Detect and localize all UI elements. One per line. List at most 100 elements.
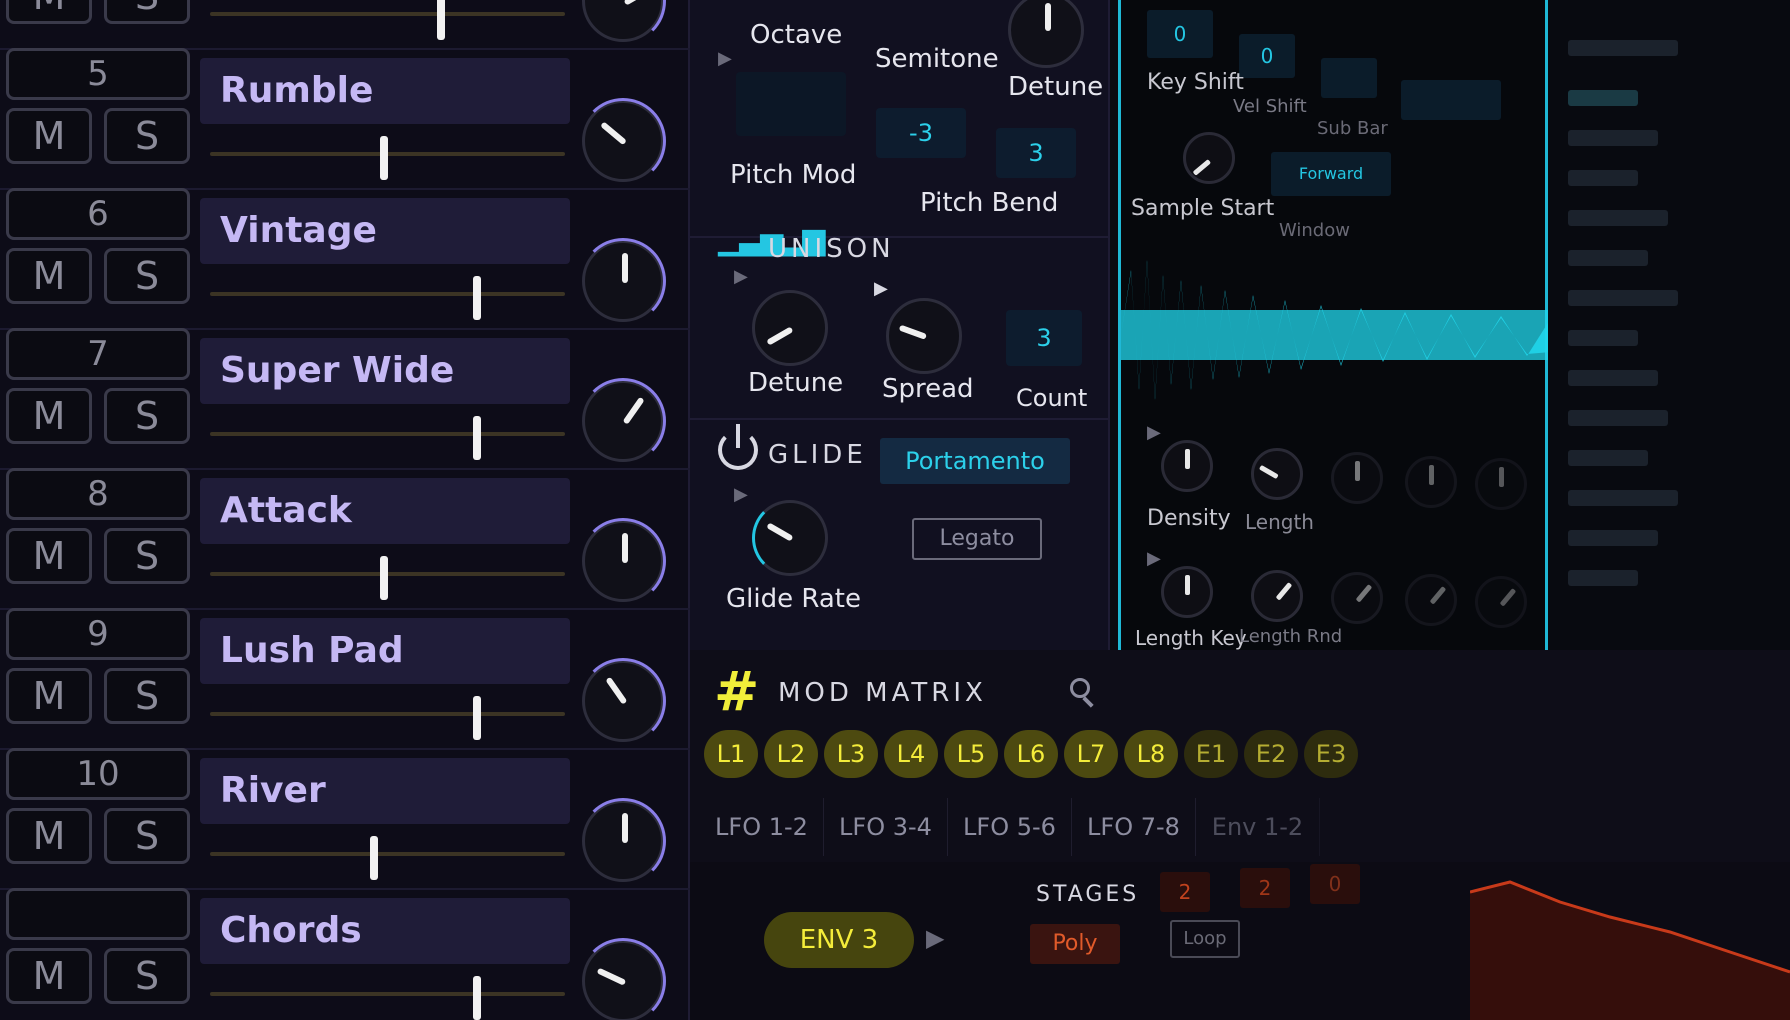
solo-button[interactable]: S [104, 528, 190, 584]
portamento-button[interactable]: Portamento [880, 438, 1070, 484]
layer-pan-knob[interactable] [580, 798, 666, 884]
pitch-mod-slot[interactable] [736, 72, 846, 136]
unison-count-value[interactable]: 3 [1006, 310, 1082, 366]
layer-level-thumb[interactable] [472, 416, 481, 460]
lfo-tab[interactable]: LFO 1-2 [700, 798, 824, 856]
layer-row[interactable]: 5 M S Rumble [0, 40, 690, 190]
lfo-tab[interactable]: LFO 3-4 [824, 798, 948, 856]
mute-button[interactable]: M [6, 388, 92, 444]
preset-browser[interactable] [1548, 0, 1790, 680]
mute-button[interactable]: M [6, 808, 92, 864]
octave-menu-arrow-icon[interactable]: ▶ [718, 48, 732, 69]
layer-row[interactable]: 8 M S Attack [0, 460, 690, 610]
mute-button[interactable]: M [6, 668, 92, 724]
density-arrow-icon[interactable]: ▶ [1147, 422, 1161, 443]
lfo-tab[interactable]: Env 1-2 [1196, 798, 1320, 856]
browser-row[interactable] [1568, 370, 1658, 386]
sample-start-knob[interactable] [1183, 132, 1235, 184]
browser-row[interactable] [1568, 450, 1648, 466]
unison-detune-arrow-icon[interactable]: ▶ [734, 266, 748, 287]
pitch-bend-down-value[interactable]: -3 [876, 108, 966, 158]
stage-value-3[interactable]: 0 [1310, 864, 1360, 904]
layer-level-thumb[interactable] [472, 696, 481, 740]
waveform-display[interactable] [1121, 250, 1551, 420]
pitch-bend-up-value[interactable]: 3 [996, 128, 1076, 178]
browser-row[interactable] [1568, 290, 1678, 306]
browser-row[interactable] [1568, 130, 1658, 146]
mod-source-pill[interactable]: L1 [704, 730, 758, 778]
length-knob[interactable] [1251, 448, 1303, 500]
mute-button[interactable]: M [6, 0, 92, 24]
lfo-tab[interactable]: LFO 7-8 [1072, 798, 1196, 856]
layer-name[interactable]: Attack [200, 478, 570, 544]
envelope-graph[interactable] [1470, 862, 1790, 1020]
browser-row[interactable] [1568, 170, 1638, 186]
layer-pan-knob[interactable] [580, 518, 666, 604]
layer-row[interactable]: 6 M S Vintage [0, 180, 690, 330]
pan-knob[interactable] [1405, 456, 1457, 508]
pitch-knob[interactable] [1331, 452, 1383, 504]
pitch-rnd-knob[interactable] [1331, 572, 1383, 624]
layer-row[interactable]: 10 M S River [0, 740, 690, 890]
layer-name[interactable]: Super Wide [200, 338, 570, 404]
length-key-knob[interactable] [1161, 566, 1213, 618]
length-rnd-knob[interactable] [1251, 570, 1303, 622]
layer-name[interactable]: River [200, 758, 570, 824]
poly-button[interactable]: Poly [1030, 924, 1120, 964]
solo-button[interactable]: S [104, 808, 190, 864]
solo-button[interactable]: S [104, 388, 190, 444]
mod-source-pill[interactable]: L6 [1004, 730, 1058, 778]
mod-source-pill[interactable]: L8 [1124, 730, 1178, 778]
mod-source-pill[interactable]: E3 [1304, 730, 1358, 778]
layer-row[interactable]: 9 M S Lush Pad [0, 600, 690, 750]
layer-level-track[interactable] [210, 992, 565, 996]
pan-rnd-knob[interactable] [1405, 574, 1457, 626]
pitch-detune-knob[interactable] [1008, 0, 1084, 68]
layer-level-thumb[interactable] [380, 556, 389, 600]
spread-knob[interactable] [1475, 458, 1527, 510]
layer-level-track[interactable] [210, 852, 565, 856]
browser-row[interactable] [1568, 40, 1678, 56]
unison-detune-knob[interactable] [752, 290, 828, 366]
stage-value-2[interactable]: 2 [1240, 868, 1290, 908]
layer-pan-knob[interactable] [580, 938, 666, 1020]
glide-rate-arrow-icon[interactable]: ▶ [734, 484, 748, 505]
density-knob[interactable] [1161, 440, 1213, 492]
env-name-pill[interactable]: ENV 3 [764, 912, 914, 968]
sub-bar-value[interactable] [1321, 58, 1377, 98]
layer-pan-knob[interactable] [580, 238, 666, 324]
mute-button[interactable]: M [6, 528, 92, 584]
key-shift-value[interactable]: 0 [1147, 10, 1213, 58]
layer-name[interactable]: Chords [200, 898, 570, 964]
layer-level-track[interactable] [210, 712, 565, 716]
mod-source-pill[interactable]: L4 [884, 730, 938, 778]
solo-button[interactable]: S [104, 668, 190, 724]
mod-source-pill[interactable]: L5 [944, 730, 998, 778]
glide-rate-knob[interactable] [752, 500, 828, 576]
layer-name[interactable]: Lush Pad [200, 618, 570, 684]
mod-source-pill[interactable]: L3 [824, 730, 878, 778]
browser-row[interactable] [1568, 530, 1658, 546]
layer-level-thumb[interactable] [437, 0, 446, 40]
mute-button[interactable]: M [6, 248, 92, 304]
browser-row[interactable] [1568, 570, 1638, 586]
browser-row[interactable] [1568, 250, 1648, 266]
layer-row[interactable]: 7 M S Super Wide [0, 320, 690, 470]
layer-pan-knob[interactable] [580, 658, 666, 744]
layer-level-thumb[interactable] [380, 136, 389, 180]
loop-button[interactable]: Loop [1170, 920, 1240, 958]
env-arrow-icon[interactable]: ▶ [926, 924, 944, 952]
search-icon[interactable] [1070, 678, 1090, 698]
browser-row[interactable] [1568, 210, 1668, 226]
layer-name[interactable]: Rumble [200, 58, 570, 124]
browser-row[interactable] [1568, 90, 1638, 106]
mod-source-pill[interactable]: L2 [764, 730, 818, 778]
browser-row[interactable] [1568, 490, 1678, 506]
browser-row[interactable] [1568, 330, 1638, 346]
length-key-arrow-icon[interactable]: ▶ [1147, 548, 1161, 569]
mod-source-pill[interactable]: L7 [1064, 730, 1118, 778]
layer-row[interactable]: M S Chords [0, 880, 690, 1020]
legato-button[interactable]: Legato [912, 518, 1042, 560]
vel-shift-value[interactable]: 0 [1239, 34, 1295, 78]
lfo-tab[interactable]: LFO 5-6 [948, 798, 1072, 856]
